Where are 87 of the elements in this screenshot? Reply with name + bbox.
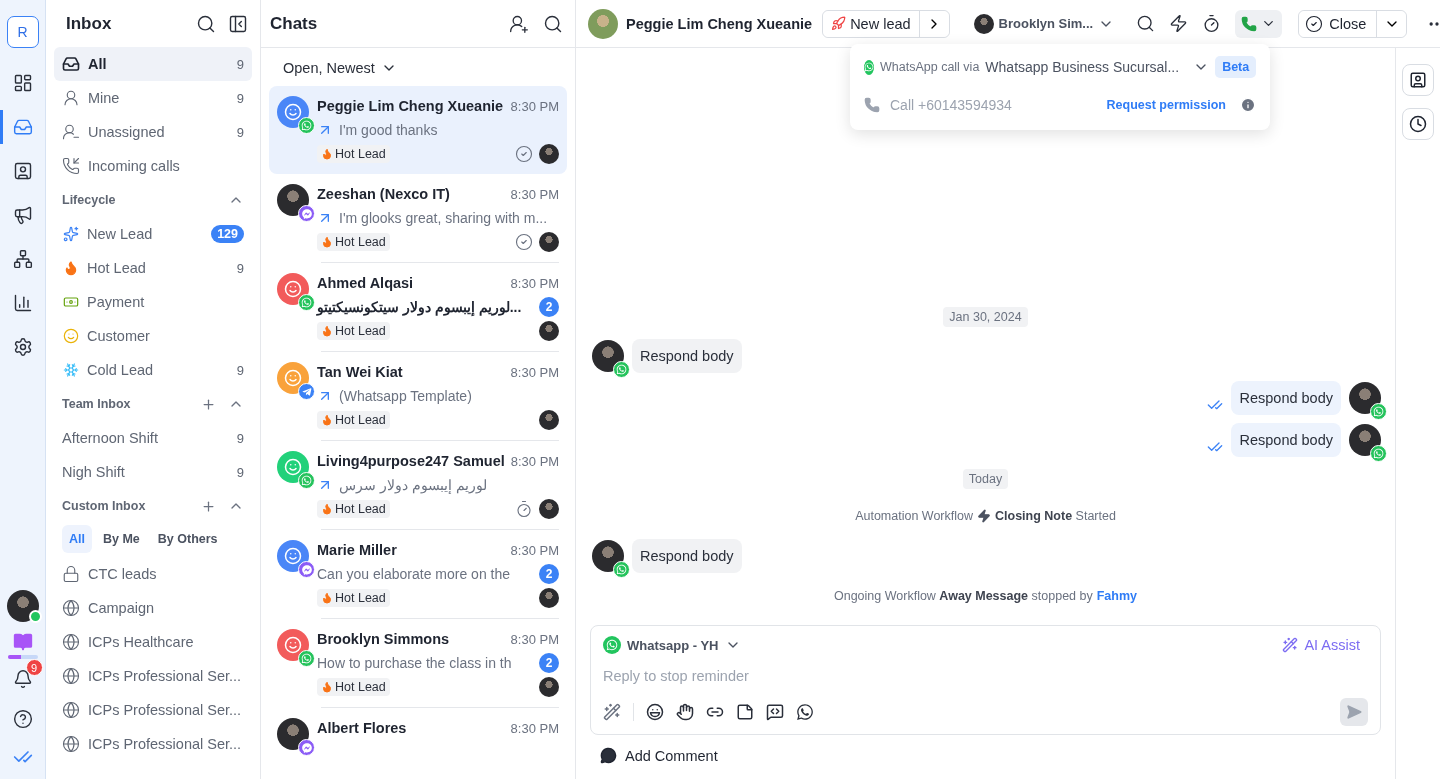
unread-count: 2 [539, 653, 559, 673]
chat-list-item[interactable]: Peggie Lim Cheng Xueanie 8:30 PM I'm good thanks Hot Lead [269, 86, 567, 174]
event-text: Automation Workflow [855, 509, 973, 523]
inbox-nav-item[interactable]: New Lead 129 [54, 217, 252, 251]
date-chip: Jan 30, 2024 [943, 307, 1028, 327]
lifecycle-tag: Hot Lead [317, 233, 390, 251]
message-bubble: Respond body [1231, 423, 1341, 457]
chat-list-item[interactable]: Albert Flores 8:30 PM [269, 708, 567, 760]
message-preview: لوريم إيبسوم دولار سيتكونسيكتيتو... [317, 299, 523, 315]
request-permission-link[interactable]: Request permission [1106, 98, 1226, 112]
ai-assist-button[interactable]: AI Assist [1282, 637, 1368, 653]
inbox-nav-item[interactable]: ICPs Professional Ser... [54, 659, 252, 693]
message-bubble: Respond body [632, 339, 742, 373]
chats-title: Chats [270, 13, 319, 34]
inbox-nav-item[interactable]: Campaign [54, 591, 252, 625]
message-preview: How to purchase the class in th [317, 655, 513, 671]
inbox-nav-item[interactable]: All 9 [54, 47, 252, 81]
beta-badge: Beta [1215, 56, 1257, 78]
inbox-nav-item[interactable]: ICPs Professional Ser... [54, 693, 252, 727]
message-time: 8:30 PM [510, 720, 559, 736]
lifecycle-tag: Hot Lead [317, 500, 390, 518]
call-via-label: WhatsApp call via [880, 60, 980, 74]
contact-name: Albert Flores [317, 720, 408, 736]
inbox-nav-item[interactable]: Unassigned 9 [54, 115, 252, 149]
unread-count: 2 [539, 564, 559, 584]
lifecycle-tag: Hot Lead [317, 145, 390, 163]
filter-tab[interactable]: By Others [150, 525, 225, 553]
inbox-nav-item[interactable]: CTC leads [54, 557, 252, 591]
message-time: 8:30 PM [510, 98, 559, 114]
message-time: 8:30 PM [510, 364, 559, 380]
contact-name: Marie Miller [317, 542, 398, 558]
message-preview: لوريم إيبسوم دولار سرس [339, 477, 488, 493]
contact-name: Living4purpose247 Samuel [317, 453, 505, 469]
contact-name: Peggie Lim Cheng Xueanie [626, 15, 813, 32]
date-chip: Today [962, 469, 1009, 489]
chat-list-item[interactable]: Brooklyn Simmons 8:30 PM How to purchase the class in th 2 Hot Lead [269, 619, 567, 707]
message-preview: Can you elaborate more on the [317, 566, 511, 582]
inbox-nav-item[interactable]: Payment [54, 285, 252, 319]
contact-name: Brooklyn Simmons [317, 631, 451, 647]
message-time: 8:30 PM [510, 631, 559, 647]
inbox-nav-item[interactable]: Nigh Shift 9 [54, 455, 252, 489]
inbox-nav-item[interactable]: Hot Lead 9 [54, 251, 252, 285]
message-bubble: Respond body [632, 539, 742, 573]
phone-number: Call +60143594934 [890, 97, 1013, 113]
message-bubble: Respond body [1231, 381, 1341, 415]
message-time: 8:30 PM [510, 275, 559, 291]
section-title: Team Inbox [62, 397, 132, 411]
agent-link[interactable]: Fahmy [1096, 589, 1137, 603]
sort-filter-dropdown[interactable]: Open, Newest [273, 56, 407, 80]
lifecycle-tag: Hot Lead [317, 322, 390, 340]
inbox-title: Inbox [66, 13, 113, 34]
inbox-nav-item[interactable]: ICPs Professional Ser... [54, 727, 252, 761]
lifecycle-tag: Hot Lead [317, 589, 390, 607]
event-text: Closing Note Started [995, 509, 1116, 523]
contact-name: Tan Wei Kiat [317, 364, 404, 380]
unread-count: 2 [539, 297, 559, 317]
add-comment-button[interactable]: Add Comment [590, 735, 728, 779]
filter-tab[interactable]: All [62, 525, 92, 553]
account-dropdown[interactable]: Whatsapp Business Sucursal... [985, 59, 1210, 75]
chat-list-item[interactable]: Zeeshan (Nexco IT) 8:30 PM I'm glooks great, sharing with m... Hot Lead [269, 174, 567, 262]
event-text: Ongoing Workflow Away Message stopped by [834, 589, 1093, 603]
contact-name: Peggie Lim Cheng Xueanie [317, 98, 505, 114]
contact-name: Zeeshan (Nexco IT) [317, 186, 451, 202]
lifecycle-tag: Hot Lead [317, 678, 390, 696]
message-time: 8:30 PM [510, 186, 559, 202]
message-time: 8:30 PM [510, 453, 560, 469]
message-time: 8:30 PM [510, 542, 559, 558]
message-preview: I'm good thanks [339, 122, 439, 138]
section-title: Lifecycle [62, 193, 117, 207]
inbox-nav-item[interactable]: Cold Lead 9 [54, 353, 252, 387]
filter-tab[interactable]: By Me [96, 525, 147, 553]
lifecycle-tag: Hot Lead [317, 411, 390, 429]
section-title: Custom Inbox [62, 499, 147, 513]
inbox-nav-item[interactable]: Incoming calls [54, 149, 252, 183]
message-preview: I'm glooks great, sharing with m... [339, 210, 549, 226]
inbox-nav-item[interactable]: Mine 9 [54, 81, 252, 115]
message-preview: (Whatsapp Template) [339, 388, 473, 404]
chat-list-item[interactable]: Marie Miller 8:30 PM Can you elaborate more on the 2 Hot Lead [269, 530, 567, 618]
workspace-logo[interactable]: R [6, 16, 39, 48]
channel-dropdown[interactable]: Whatsapp - YH [603, 636, 1275, 654]
chat-list-item[interactable]: Tan Wei Kiat 8:30 PM (Whatsapp Template) Hot Lead [269, 352, 567, 440]
inbox-nav-item[interactable]: Afternoon Shift 9 [54, 421, 252, 455]
notification-count: 9 [25, 659, 43, 676]
assignee-dropdown[interactable]: Brooklyn Sim... [967, 12, 1121, 35]
inbox-nav-item[interactable]: Customer [54, 319, 252, 353]
contact-name: Ahmed Alqasi [317, 275, 415, 291]
inbox-nav-item[interactable]: ICPs Healthcare [54, 625, 252, 659]
